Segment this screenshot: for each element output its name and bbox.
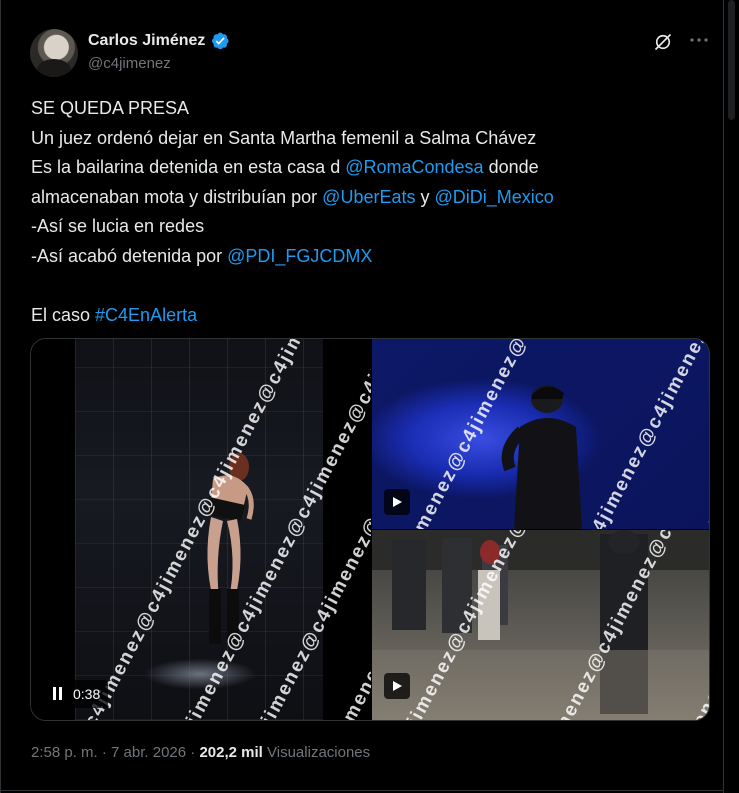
video-frame (75, 339, 323, 720)
author-display-name[interactable]: Carlos Jiménez (88, 32, 205, 50)
scrollbar[interactable] (724, 0, 739, 793)
tweet-text-segment: -Así acabó detenida por (31, 245, 228, 266)
post-time[interactable]: 2:58 p. m. (31, 744, 98, 761)
tweet-text: SE QUEDA PRESA Un juez ordenó dejar en S… (31, 94, 691, 330)
author-handle[interactable]: @c4jimenez (88, 55, 171, 72)
play-icon (393, 497, 402, 507)
pause-icon[interactable] (53, 687, 65, 701)
mention-link[interactable]: @RomaCondesa (345, 157, 483, 177)
video-tile-left[interactable]: @c4jimenez@c4jimenez@c4jimenez@c4jimenez… (31, 339, 371, 720)
tweet-line: El caso #C4EnAlerta (31, 301, 691, 331)
author-name-row: Carlos Jiménez (88, 31, 230, 51)
tweet-text-segment: donde (483, 157, 539, 177)
video-tile-bottom-right[interactable]: @c4jimenez@c4jimenez@c4jimenez@c4jimenez… (372, 530, 709, 720)
tweet-detail: Carlos Jiménez @c4jimenez SE QUEDA PRESA… (0, 0, 725, 793)
views-count: 202,2 mil (199, 744, 263, 761)
tweet-line: Un juez ordenó dejar en Santa Martha fem… (31, 127, 537, 148)
dancer-figure (207, 453, 254, 644)
avatar[interactable] (30, 29, 78, 77)
video-controls: 0:38 (45, 680, 109, 708)
post-date[interactable]: 7 abr. 2026 (111, 744, 186, 761)
tweet-line: Es la bailarina detenida en esta casa d … (31, 153, 691, 183)
play-button[interactable] (384, 489, 410, 515)
scrollbar-thumb[interactable] (728, 0, 735, 120)
tweet-line: -Así se lucia en redes (31, 216, 205, 236)
mention-link[interactable]: @PDI_FGJCDMX (227, 246, 372, 266)
verified-badge-icon[interactable] (210, 31, 230, 51)
mention-link[interactable]: @DiDi_Mexico (435, 187, 554, 207)
tweet-text-segment: y (415, 186, 435, 207)
play-button[interactable] (384, 673, 410, 699)
grok-icon[interactable] (653, 32, 673, 52)
scene-figures (372, 530, 709, 720)
tweet-line: -Así acabó detenida por @PDI_FGJCDMX (31, 242, 691, 272)
divider (1, 790, 725, 791)
hashtag-link[interactable]: #C4EnAlerta (95, 305, 197, 325)
watermark-text: @c4jimenez@c4jimenez@c4jimenez@c4jimenez (627, 339, 709, 529)
video-time: 0:38 (73, 686, 101, 702)
tweet-line: almacenaban mota y distribuían por @Uber… (31, 183, 691, 213)
meta-separator: · (186, 744, 200, 761)
more-icon[interactable] (687, 30, 711, 52)
tweet-text-segment: El caso (31, 304, 96, 325)
tweet-text-segment: Es la bailarina detenida en esta casa d (31, 157, 346, 177)
tweet-text-segment: almacenaban mota y distribuían por (31, 186, 323, 207)
tweet-meta: 2:58 p. m. · 7 abr. 2026 · 202,2 mil Vis… (31, 744, 370, 761)
mention-link[interactable]: @UberEats (322, 187, 415, 207)
media-grid: @c4jimenez@c4jimenez@c4jimenez@c4jimenez… (30, 338, 710, 721)
tweet-line: SE QUEDA PRESA (31, 98, 190, 118)
performer-figure (501, 385, 582, 529)
play-icon (393, 681, 402, 691)
views-label: Visualizaciones (262, 744, 371, 761)
video-tile-top-right[interactable]: @c4jimenez@c4jimenez@c4jimenez@c4jimenez… (372, 339, 709, 529)
meta-separator: · (97, 744, 112, 761)
